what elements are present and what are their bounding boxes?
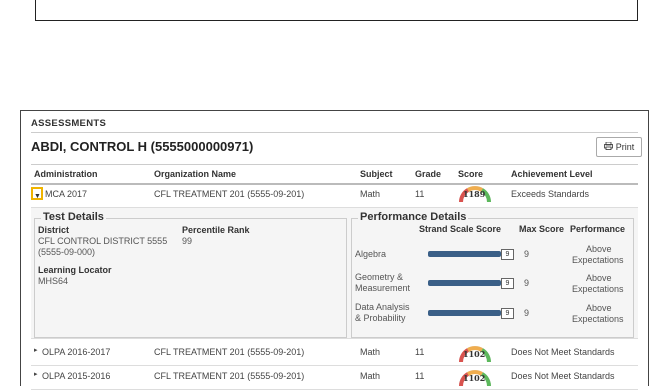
printer-icon (603, 138, 613, 156)
strand-name: Algebra (355, 249, 387, 259)
row-toggle-button[interactable]: ▼ (31, 187, 43, 200)
strand-max: 9 (524, 308, 530, 318)
performance-details-group: Performance Details Strand Scale Score M… (351, 211, 634, 338)
score-gauge: 1102 (458, 345, 492, 363)
table-row[interactable]: ▼ MCA 2017 CFL TREATMENT 201 (5555-09-20… (31, 185, 638, 208)
header-strand-scale: Strand Scale Score (419, 224, 502, 234)
cell-administration: OLPA 2015-2016 (42, 371, 111, 381)
cell-organization: CFL TREATMENT 201 (5555-09-201) (154, 347, 305, 357)
cell-organization: CFL TREATMENT 201 (5555-09-201) (154, 189, 305, 199)
col-grade[interactable]: Grade (415, 169, 441, 179)
score-value: 1102 (463, 349, 486, 359)
col-subject[interactable]: Subject (360, 169, 393, 179)
performance-details-legend: Performance Details (358, 211, 469, 223)
district-line2: (5555-09-000) (38, 247, 96, 257)
score-gauge: 1102 (458, 369, 492, 387)
student-name: ABDI, CONTROL H (5555000000971) (31, 139, 254, 154)
cell-achievement: Exceeds Standards (511, 189, 590, 199)
print-label: Print (615, 142, 635, 152)
cell-achievement: Does Not Meet Standards (511, 347, 615, 357)
col-administration[interactable]: Administration (34, 169, 98, 179)
caret-right-icon[interactable]: ▸ (34, 370, 38, 378)
table-header: Administration Organization Name Subject… (31, 164, 638, 185)
test-details-group: Test Details District CFL CONTROL DISTRI… (34, 211, 347, 338)
strand-perf-line1: Above (586, 303, 612, 313)
strand-perf-line2: Expectations (572, 314, 624, 324)
cell-subject: Math (360, 189, 381, 199)
strand-max: 9 (524, 278, 530, 288)
strand-bar (428, 251, 501, 257)
header-performance: Performance (570, 224, 626, 234)
strand-perf-line1: Above (586, 244, 612, 254)
strand-scale: 9 (501, 308, 514, 319)
strand-bar (428, 310, 501, 316)
percentile-label: Percentile Rank (182, 225, 250, 235)
locator-value: MHS64 (38, 276, 69, 286)
strand-perf-line2: Expectations (572, 255, 624, 265)
table-row[interactable]: ▸ OLPA 2016-2017 CFL TREATMENT 201 (5555… (31, 343, 638, 366)
cell-administration: OLPA 2016-2017 (42, 347, 111, 357)
district-line1: CFL CONTROL DISTRICT 5555 (38, 236, 168, 246)
cell-subject: Math (360, 347, 381, 357)
caret-right-icon[interactable]: ▸ (34, 346, 38, 354)
assessments-panel: ASSESSMENTS ABDI, CONTROL H (55550000009… (20, 110, 649, 390)
score-value: 1189 (463, 189, 486, 199)
score-value: 1102 (463, 373, 486, 383)
cell-achievement: Does Not Meet Standards (511, 371, 615, 381)
strand-perf-line2: Expectations (572, 284, 624, 294)
strand-name: Data Analysis (355, 302, 410, 312)
print-button[interactable]: Print (596, 137, 642, 157)
strand-perf-line1: Above (586, 273, 612, 283)
section-title: ASSESSMENTS (31, 118, 107, 129)
strand-name-line2: Measurement (355, 283, 411, 293)
cell-organization: CFL TREATMENT 201 (5555-09-201) (154, 371, 305, 381)
caret-down-icon: ▼ (34, 193, 41, 200)
strand-name: Geometry & (355, 272, 404, 282)
cell-grade: 11 (415, 347, 425, 357)
cell-administration: MCA 2017 (45, 189, 88, 199)
strand-scale: 9 (501, 278, 514, 289)
score-gauge: 1189 (458, 185, 492, 203)
table-row[interactable]: ▸ OLPA 2015-2016 CFL TREATMENT 201 (5555… (31, 367, 638, 390)
strand-bar (428, 280, 501, 286)
divider (31, 132, 638, 133)
locator-label: Learning Locator (38, 265, 112, 275)
col-organization[interactable]: Organization Name (154, 169, 236, 179)
district-label: District (38, 225, 70, 235)
top-panel-edge (35, 0, 638, 21)
col-score[interactable]: Score (458, 169, 483, 179)
percentile-value: 99 (182, 236, 193, 246)
col-achievement[interactable]: Achievement Level (511, 169, 593, 179)
strand-name-line2: & Probability (355, 313, 406, 323)
row-details: Test Details District CFL CONTROL DISTRI… (31, 208, 638, 339)
cell-grade: 11 (415, 371, 425, 381)
cell-grade: 11 (415, 189, 425, 199)
cell-subject: Math (360, 371, 381, 381)
strand-scale: 9 (501, 249, 514, 260)
strand-max: 9 (524, 249, 530, 259)
test-details-legend: Test Details (41, 211, 106, 223)
header-max-score: Max Score (519, 224, 565, 234)
